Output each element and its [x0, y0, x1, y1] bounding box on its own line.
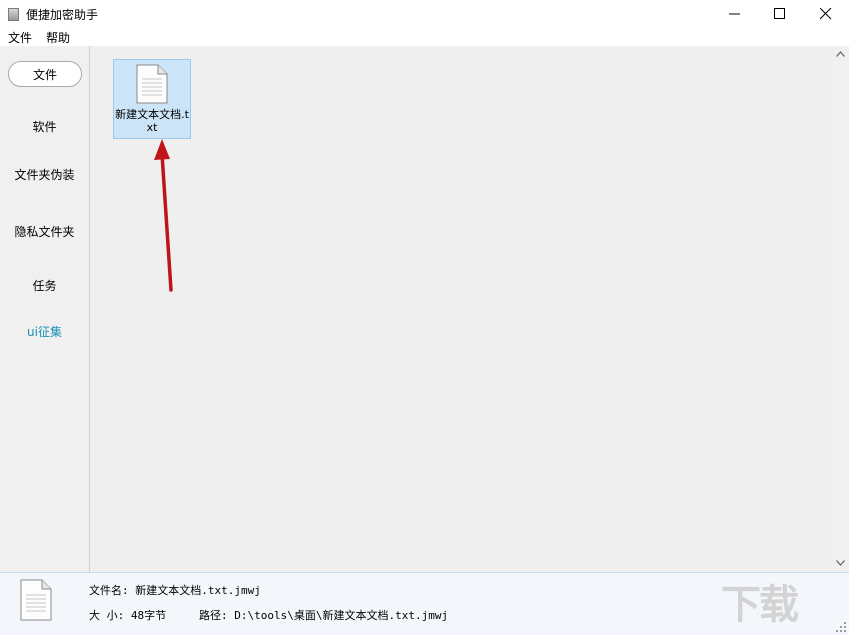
annotation-arrow	[154, 139, 173, 292]
sidebar-item-private-folder[interactable]: 隐私文件夹	[0, 223, 89, 240]
file-path-info: 路径: D:\tools\桌面\新建文本文档.txt.jmwj	[199, 609, 449, 622]
close-button[interactable]	[803, 0, 849, 28]
file-list-area[interactable]: 新建文本文档.txt	[90, 46, 832, 572]
menu-bar: 文件 帮助	[0, 28, 849, 46]
maximize-icon	[774, 8, 785, 19]
minimize-button[interactable]	[712, 0, 758, 28]
minimize-icon	[729, 13, 740, 15]
maximize-button[interactable]	[757, 0, 803, 28]
sidebar-item-ui-feedback[interactable]: ui征集	[0, 323, 89, 340]
sidebar-item-software[interactable]: 软件	[0, 118, 89, 135]
resize-grip-icon[interactable]	[835, 621, 847, 633]
app-icon	[8, 8, 19, 21]
title-bar: 便捷加密助手	[0, 0, 849, 28]
sidebar-item-folder-disguise[interactable]: 文件夹伪装	[0, 166, 89, 183]
scroll-up-button[interactable]	[832, 46, 849, 63]
window-title: 便捷加密助手	[26, 8, 99, 22]
sidebar: 文件 软件 文件夹伪装 隐私文件夹 任务 ui征集	[0, 46, 90, 572]
chevron-down-icon	[836, 560, 845, 566]
sidebar-item-file[interactable]: 文件	[8, 61, 82, 87]
watermark: 下载	[721, 582, 799, 628]
sidebar-item-tasks[interactable]: 任务	[0, 277, 89, 294]
file-name-info: 文件名: 新建文本文档.txt.jmwj	[89, 584, 261, 597]
vertical-scrollbar[interactable]	[832, 46, 849, 572]
scroll-down-button[interactable]	[832, 555, 849, 572]
file-details-bar: 文件名: 新建文本文档.txt.jmwj 大 小: 48字节 路径: D:\to…	[0, 572, 849, 635]
selected-file-icon	[20, 579, 52, 621]
file-size-info: 大 小: 48字节	[89, 609, 167, 622]
menu-file[interactable]: 文件	[8, 29, 32, 46]
menu-help[interactable]: 帮助	[46, 29, 70, 46]
close-icon	[820, 8, 832, 20]
chevron-up-icon	[836, 51, 845, 57]
